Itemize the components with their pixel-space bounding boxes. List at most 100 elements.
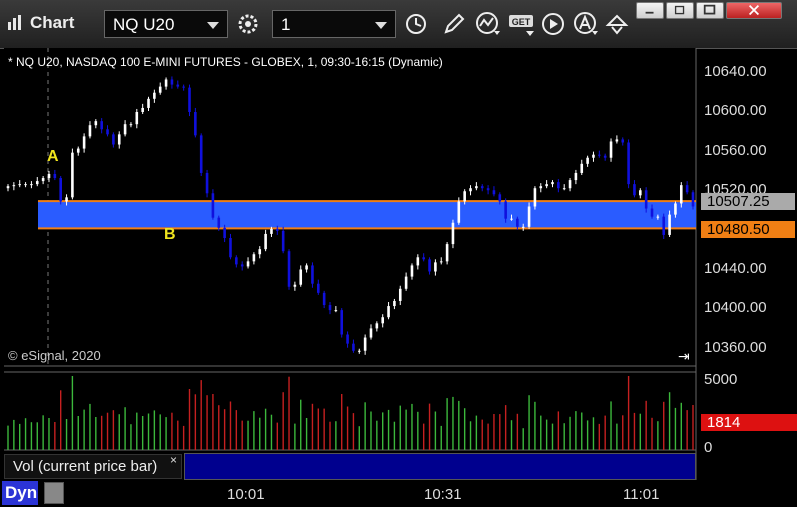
candle-body [463, 191, 466, 202]
candle-body [6, 186, 10, 189]
marker-a: A [47, 148, 59, 165]
candle-body [299, 269, 303, 285]
candle-body [603, 155, 607, 158]
candle-body [316, 283, 320, 293]
candle-body [586, 157, 589, 164]
candle-body [574, 172, 578, 181]
candle-body [516, 218, 519, 227]
candle-body [258, 249, 262, 255]
dynamic-mode-button[interactable]: Dyn [2, 481, 38, 505]
volume-study-label[interactable]: Vol (current price bar) [4, 454, 182, 479]
candle-body [381, 317, 385, 324]
price-tick-label: 10440.00 [704, 260, 767, 277]
candle-body [129, 124, 133, 126]
candle-body [346, 334, 349, 344]
candle-body [123, 124, 127, 135]
candle-body [199, 135, 203, 173]
candle-body [100, 121, 103, 130]
candle-body [545, 184, 548, 187]
candle-body [88, 125, 92, 137]
candle-body [451, 222, 455, 245]
candle-body [363, 337, 367, 351]
study-cursor-strip [184, 453, 696, 480]
candle-body [422, 257, 425, 260]
candle-body [533, 188, 537, 207]
candle-body [305, 265, 308, 270]
candle-body [639, 190, 642, 196]
candle-body [158, 86, 162, 93]
marker-b: B [164, 226, 176, 243]
candle-body [82, 136, 86, 149]
candle-body [276, 228, 279, 231]
candle-body [53, 173, 57, 179]
support-band [38, 201, 696, 229]
candle-body [662, 216, 666, 235]
candle-body [24, 184, 27, 186]
candle-body [527, 206, 531, 227]
candle-body [539, 186, 543, 189]
candle-body [679, 185, 683, 204]
candle-body [246, 261, 250, 267]
candle-body [35, 181, 39, 185]
candle-body [674, 203, 677, 215]
candle-body [398, 288, 402, 301]
price-tick-label: 10600.00 [704, 102, 767, 119]
candle-body [357, 350, 361, 352]
close-study-icon[interactable]: × [170, 453, 177, 467]
candle-body [293, 284, 297, 287]
candle-body [176, 84, 180, 87]
candle-body [18, 184, 22, 186]
candle-body [217, 217, 221, 228]
candle-body [12, 185, 16, 187]
candle-body [223, 227, 226, 238]
candle-body [94, 121, 98, 126]
candle-body [211, 193, 215, 218]
candle-body [486, 188, 490, 191]
candle-body [469, 188, 472, 192]
candle-body [117, 134, 121, 145]
candle-body [147, 98, 150, 108]
candle-body [521, 226, 525, 228]
candle-body [475, 186, 478, 189]
candle-body [252, 254, 256, 262]
candle-body [153, 92, 156, 99]
price-tick-label: 10560.00 [704, 142, 767, 159]
candle-body [457, 201, 461, 223]
candle-body [510, 218, 513, 220]
candle-body [340, 310, 344, 335]
time-tick-label: 11:01 [623, 486, 660, 503]
candle-body [240, 264, 244, 267]
candle-body [270, 228, 273, 234]
candle-body [369, 328, 373, 338]
candle-body [691, 192, 695, 207]
candle-body [322, 292, 326, 306]
candle-body [352, 343, 355, 351]
candle-body [650, 208, 654, 217]
candle-body [164, 79, 168, 87]
candle-body [562, 188, 566, 190]
copyright-text: © eSignal, 2020 [8, 348, 101, 363]
candle-body [615, 139, 619, 142]
price-chart[interactable] [0, 0, 797, 507]
candle-body [59, 178, 62, 202]
candle-body [557, 182, 560, 189]
scroll-to-end-icon[interactable]: ⇥ [678, 348, 690, 365]
candle-body [30, 184, 33, 186]
candle-body [656, 216, 660, 218]
lock-icon[interactable] [44, 482, 64, 504]
candle-body [592, 154, 595, 158]
candle-body [668, 214, 671, 235]
candle-body [65, 197, 68, 202]
candle-body [235, 257, 238, 265]
time-tick-label: 10:01 [227, 486, 265, 503]
candle-body [41, 178, 45, 182]
candle-body [685, 185, 689, 193]
candle-body [264, 233, 267, 250]
candle-body [182, 86, 185, 88]
chart-title: * NQ U20, NASDAQ 100 E-MINI FUTURES - GL… [8, 55, 443, 69]
candle-body [375, 323, 379, 329]
candle-body [580, 163, 584, 173]
candle-body [194, 112, 197, 136]
price-tick-label: 10640.00 [704, 63, 767, 80]
candle-body [47, 173, 51, 179]
